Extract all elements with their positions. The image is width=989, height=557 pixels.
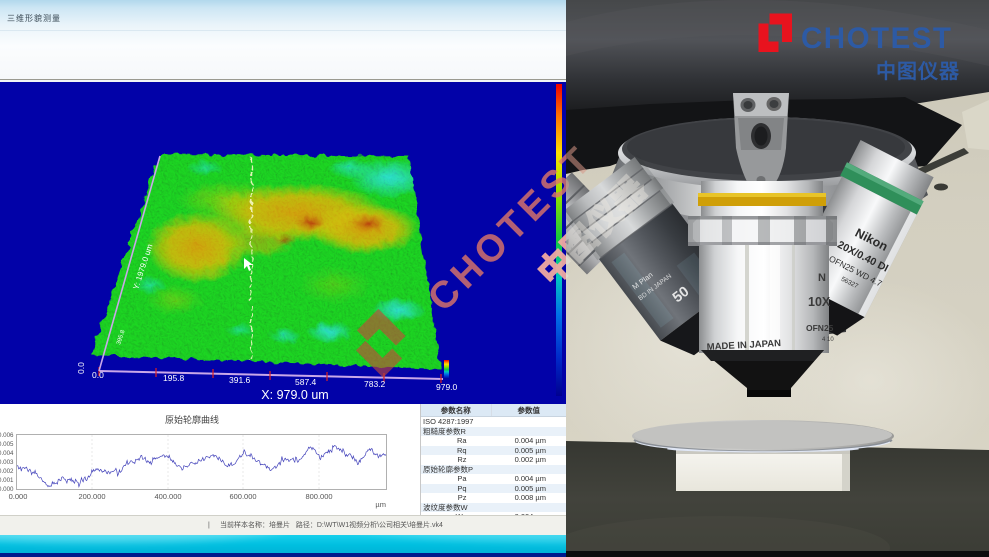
svg-text:4 10: 4 10	[822, 337, 834, 343]
svg-text:0.000: 0.000	[9, 492, 28, 501]
svg-text:0.006: 0.006	[0, 432, 14, 439]
svg-text:0.0: 0.0	[92, 370, 104, 380]
svg-text:X: 979.0 um: X: 979.0 um	[261, 388, 328, 402]
svg-text:200.000: 200.000	[78, 492, 105, 501]
svg-text:0.002: 0.002	[0, 468, 14, 475]
svg-text:600.000: 600.000	[229, 492, 256, 501]
svg-text:CHOTEST: CHOTEST	[801, 22, 952, 55]
svg-text:10X: 10X	[808, 295, 831, 309]
svg-text:N: N	[818, 272, 826, 284]
svg-text:OFN25: OFN25	[806, 323, 834, 333]
svg-text:979.0: 979.0	[436, 382, 458, 392]
svg-text:400.000: 400.000	[154, 492, 181, 501]
svg-text:中图仪器: 中图仪器	[876, 59, 960, 83]
svg-text:195.8: 195.8	[163, 373, 185, 383]
svg-text:587.4: 587.4	[295, 377, 317, 387]
svg-text:0.0: 0.0	[76, 362, 86, 374]
svg-text:783.2: 783.2	[364, 379, 386, 389]
svg-text:µm: µm	[375, 500, 386, 509]
svg-text:0.004: 0.004	[0, 450, 14, 457]
svg-text:0.005: 0.005	[0, 441, 14, 448]
svg-text:0.001: 0.001	[0, 477, 14, 484]
svg-text:0.003: 0.003	[0, 459, 14, 466]
svg-text:800.000: 800.000	[305, 492, 332, 501]
svg-text:391.6: 391.6	[229, 375, 251, 385]
